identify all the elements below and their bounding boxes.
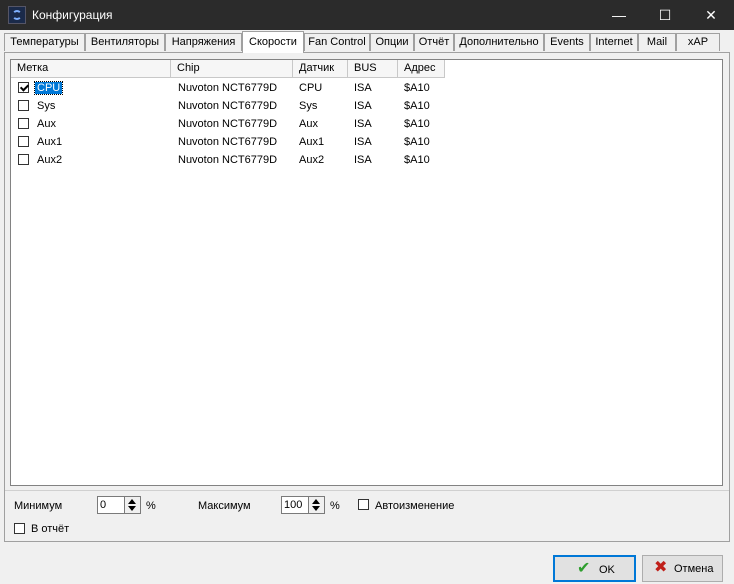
ok-button-label: OK xyxy=(599,564,615,576)
tab-strip: Температуры Вентиляторы Напряжения Скоро… xyxy=(4,31,730,53)
minimum-spinner[interactable]: 0 xyxy=(97,496,141,514)
separator xyxy=(5,490,729,491)
row-checkbox[interactable] xyxy=(18,118,29,129)
maximum-value: 100 xyxy=(284,499,303,511)
app-fan-icon xyxy=(8,6,26,24)
column-header-sensor[interactable]: Датчик xyxy=(293,60,348,78)
tab-options[interactable]: Опции xyxy=(370,33,414,51)
cancel-button-label: Отмена xyxy=(674,563,714,575)
tab-internet[interactable]: Internet xyxy=(590,33,638,51)
cancel-x-icon: ✖ xyxy=(654,559,668,576)
title-bar[interactable]: Конфигурация — ☐ ✕ xyxy=(0,0,734,30)
column-header-chip[interactable]: Chip xyxy=(171,60,293,78)
tab-events[interactable]: Events xyxy=(544,33,590,51)
in-report-checkbox[interactable] xyxy=(14,523,25,534)
row-label: CPU xyxy=(33,81,64,95)
row-label: Aux1 xyxy=(37,136,63,148)
row-bus: ISA xyxy=(354,154,372,166)
column-header-address[interactable]: Адрес xyxy=(398,60,445,78)
row-sensor: Aux1 xyxy=(299,136,325,148)
tab-report[interactable]: Отчёт xyxy=(414,33,454,51)
row-sensor: Aux xyxy=(299,118,318,130)
maximum-label: Максимум xyxy=(198,500,251,512)
table-row[interactable]: Sys Nuvoton NCT6779D Sys ISA $A10 xyxy=(11,97,722,115)
row-bus: ISA xyxy=(354,118,372,130)
tab-speeds[interactable]: Скорости xyxy=(242,31,304,53)
tab-advanced[interactable]: Дополнительно xyxy=(454,33,544,51)
auto-change-checkbox[interactable] xyxy=(358,499,369,510)
row-chip: Nuvoton NCT6779D xyxy=(178,154,278,166)
in-report-label: В отчёт xyxy=(31,523,70,535)
speeds-list[interactable]: Метка Chip Датчик BUS Адрес CPU Nuvoton … xyxy=(10,59,723,486)
close-button[interactable]: ✕ xyxy=(688,0,734,30)
minimum-value: 0 xyxy=(100,499,107,511)
row-address: $A10 xyxy=(404,136,430,148)
row-chip: Nuvoton NCT6779D xyxy=(178,100,278,112)
row-checkbox[interactable] xyxy=(18,136,29,147)
row-bus: ISA xyxy=(354,136,372,148)
tab-voltages[interactable]: Напряжения xyxy=(165,33,242,51)
row-checkbox[interactable] xyxy=(18,100,29,111)
minimum-label: Минимум xyxy=(14,500,63,512)
auto-change-label: Автоизменение xyxy=(375,500,455,512)
spin-arrows-icon[interactable] xyxy=(308,497,324,513)
row-label: Aux2 xyxy=(37,154,63,166)
spin-arrows-icon[interactable] xyxy=(124,497,140,513)
row-bus: ISA xyxy=(354,82,372,94)
column-header-bus[interactable]: BUS xyxy=(348,60,398,78)
row-label: Sys xyxy=(37,100,56,112)
row-address: $A10 xyxy=(404,82,430,94)
maximum-unit: % xyxy=(330,500,340,512)
minimize-button[interactable]: — xyxy=(596,0,642,30)
minimum-unit: % xyxy=(146,500,156,512)
row-checkbox[interactable] xyxy=(18,154,29,165)
ok-button[interactable]: ✔ OK xyxy=(553,555,636,582)
row-sensor: Aux2 xyxy=(299,154,325,166)
table-row[interactable]: Aux1 Nuvoton NCT6779D Aux1 ISA $A10 xyxy=(11,133,722,151)
tab-fans[interactable]: Вентиляторы xyxy=(85,33,165,51)
table-row[interactable]: CPU Nuvoton NCT6779D CPU ISA $A10 xyxy=(11,79,722,97)
checkmark-icon: ✔ xyxy=(577,560,591,577)
table-row[interactable]: Aux Nuvoton NCT6779D Aux ISA $A10 xyxy=(11,115,722,133)
row-address: $A10 xyxy=(404,118,430,130)
row-chip: Nuvoton NCT6779D xyxy=(178,136,278,148)
row-address: $A10 xyxy=(404,100,430,112)
tab-xap[interactable]: xAP xyxy=(676,33,720,51)
tab-temperatures[interactable]: Температуры xyxy=(4,33,85,51)
row-sensor: CPU xyxy=(299,82,323,94)
cancel-button[interactable]: ✖ Отмена xyxy=(642,555,723,582)
maximize-button[interactable]: ☐ xyxy=(642,0,688,30)
row-checkbox[interactable] xyxy=(18,82,29,93)
row-chip: Nuvoton NCT6779D xyxy=(178,118,278,130)
tab-fan-control[interactable]: Fan Control xyxy=(304,33,370,51)
row-address: $A10 xyxy=(404,154,430,166)
table-row[interactable]: Aux2 Nuvoton NCT6779D Aux2 ISA $A10 xyxy=(11,151,722,169)
row-bus: ISA xyxy=(354,100,372,112)
row-sensor: Sys xyxy=(299,100,318,112)
column-header-label[interactable]: Метка xyxy=(11,60,171,78)
window-title: Конфигурация xyxy=(32,8,113,22)
maximum-spinner[interactable]: 100 xyxy=(281,496,325,514)
tab-mail[interactable]: Mail xyxy=(638,33,676,51)
row-chip: Nuvoton NCT6779D xyxy=(178,82,278,94)
row-label: Aux xyxy=(37,118,56,130)
